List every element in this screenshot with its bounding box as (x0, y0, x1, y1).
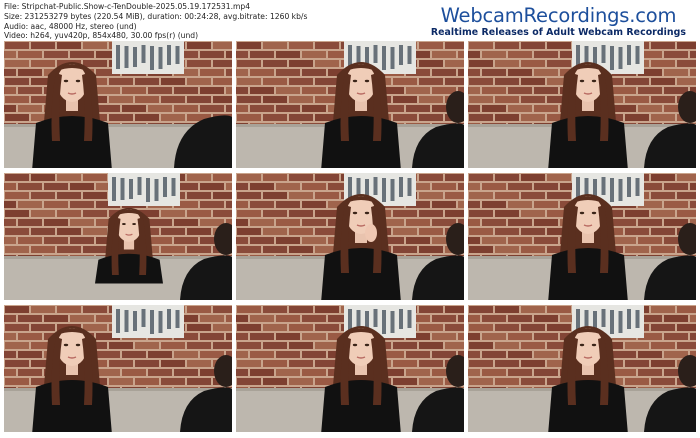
thumbnail-grid (4, 41, 696, 434)
video-info: File: Stripchat-Public.Show-c-TenDouble-… (4, 2, 307, 41)
video-thumbnail (236, 41, 464, 168)
brand-subtitle: Realtime Releases of Adult Webcam Record… (430, 27, 686, 38)
brand-title: WebcamRecordings.com (440, 4, 677, 27)
size-info: Size: 231253279 bytes (220.54 MiB), dura… (4, 11, 308, 21)
video-thumbnail (468, 173, 696, 300)
brand-watermark: WebcamRecordings.com Realtime Releases o… (431, 5, 686, 39)
file-info: File: Stripchat-Public.Show-c-TenDouble-… (4, 2, 251, 11)
video-thumbnail (468, 305, 696, 432)
video-thumbnail (4, 305, 232, 432)
video-stream-info: Video: h264, yuv420p, 854x480, 30.00 fps… (4, 31, 199, 41)
video-thumbnail (4, 173, 232, 300)
audio-info: Audio: aac, 48000 Hz, stereo (und) (4, 21, 137, 31)
video-thumbnail (468, 41, 696, 168)
video-thumbnail (236, 305, 464, 432)
video-thumbnail (4, 41, 232, 168)
video-thumbnail (236, 173, 464, 300)
